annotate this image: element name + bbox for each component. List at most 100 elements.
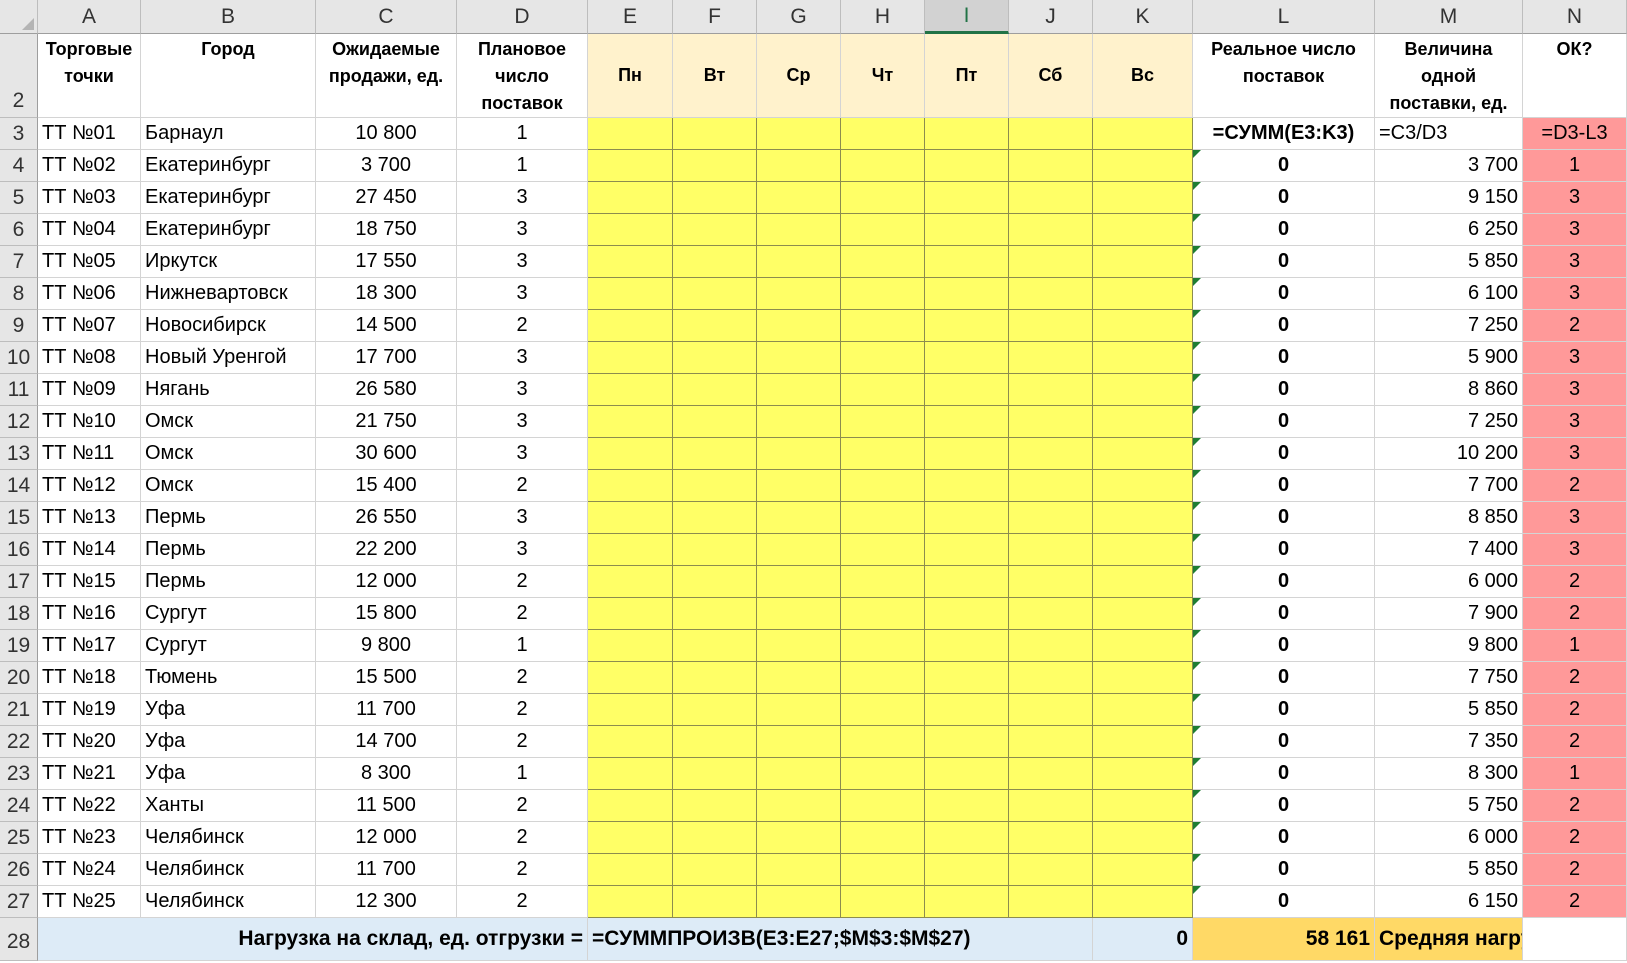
cell-day-input[interactable] [673, 598, 757, 630]
cell-ok[interactable]: 2 [1523, 662, 1627, 694]
cell-trade-point[interactable]: ТТ №20 [38, 726, 141, 758]
cell-day-input[interactable] [1009, 278, 1093, 310]
cell-expected-sales[interactable]: 3 700 [316, 150, 457, 182]
cell-expected-sales[interactable]: 8 300 [316, 758, 457, 790]
cell-trade-point[interactable]: ТТ №08 [38, 342, 141, 374]
cell-trade-point[interactable]: ТТ №24 [38, 854, 141, 886]
cell-real-deliveries[interactable]: 0 [1193, 758, 1375, 790]
cell-trade-point[interactable]: ТТ №22 [38, 790, 141, 822]
cell-day-input[interactable] [841, 566, 925, 598]
cell-day-input[interactable] [925, 758, 1009, 790]
cell-delivery-size[interactable]: 7 250 [1375, 406, 1523, 438]
column-header-c[interactable]: C [316, 0, 457, 34]
cell-day-input[interactable] [841, 374, 925, 406]
row-header[interactable]: 7 [0, 246, 38, 278]
cell-day-input[interactable] [925, 374, 1009, 406]
cell-city[interactable]: Барнаул [141, 118, 316, 150]
header-day-1[interactable]: Пн [588, 34, 673, 118]
cell-day-input[interactable] [757, 726, 841, 758]
column-header-a[interactable]: A [38, 0, 141, 34]
cell-trade-point[interactable]: ТТ №18 [38, 662, 141, 694]
cell-day-input[interactable] [925, 630, 1009, 662]
row-header[interactable]: 17 [0, 566, 38, 598]
cell-trade-point[interactable]: ТТ №07 [38, 310, 141, 342]
cell-expected-sales[interactable]: 18 300 [316, 278, 457, 310]
cell-real-deliveries[interactable]: 0 [1193, 214, 1375, 246]
cell-real-deliveries[interactable]: 0 [1193, 278, 1375, 310]
header-expected-sales[interactable]: Ожидаемые продажи, ед. [316, 34, 457, 118]
cell-day-input[interactable] [841, 598, 925, 630]
cell-delivery-size[interactable]: 5 900 [1375, 342, 1523, 374]
cell-delivery-size[interactable]: 5 850 [1375, 246, 1523, 278]
cell-day-input[interactable] [757, 758, 841, 790]
cell-expected-sales[interactable]: 17 550 [316, 246, 457, 278]
cell-trade-point[interactable]: ТТ №06 [38, 278, 141, 310]
cell-day-input[interactable] [673, 310, 757, 342]
cell-day-input[interactable] [1009, 758, 1093, 790]
cell-day-input[interactable] [925, 854, 1009, 886]
footer-k-value[interactable]: 0 [1093, 918, 1193, 961]
cell-day-input[interactable] [841, 534, 925, 566]
cell-real-deliveries[interactable]: 0 [1193, 566, 1375, 598]
cell-day-input[interactable] [1009, 598, 1093, 630]
cell-day-input[interactable] [588, 374, 673, 406]
cell-day-input[interactable] [925, 214, 1009, 246]
cell-day-input[interactable] [1093, 726, 1193, 758]
header-trade-points[interactable]: Торговые точки [38, 34, 141, 118]
cell-day-input[interactable] [1093, 438, 1193, 470]
cell-ok[interactable]: 1 [1523, 630, 1627, 662]
cell-planned-deliveries[interactable]: 2 [457, 598, 588, 630]
cell-delivery-size[interactable]: 7 400 [1375, 534, 1523, 566]
cell-trade-point[interactable]: ТТ №13 [38, 502, 141, 534]
cell-day-input[interactable] [1093, 630, 1193, 662]
row-header[interactable]: 6 [0, 214, 38, 246]
cell-trade-point[interactable]: ТТ №14 [38, 534, 141, 566]
cell-day-input[interactable] [673, 342, 757, 374]
cell-delivery-size[interactable]: 9 800 [1375, 630, 1523, 662]
cell-day-input[interactable] [925, 278, 1009, 310]
cell-planned-deliveries[interactable]: 2 [457, 470, 588, 502]
column-header-i[interactable]: I [925, 0, 1009, 34]
cell-city[interactable]: Екатеринбург [141, 214, 316, 246]
cell-day-input[interactable] [673, 502, 757, 534]
cell-day-input[interactable] [757, 246, 841, 278]
cell-ok[interactable]: 3 [1523, 182, 1627, 214]
cell-city[interactable]: Уфа [141, 726, 316, 758]
row-header[interactable]: 8 [0, 278, 38, 310]
cell-trade-point[interactable]: ТТ №17 [38, 630, 141, 662]
cell-day-input[interactable] [673, 758, 757, 790]
column-header-j[interactable]: J [1009, 0, 1093, 34]
cell-day-input[interactable] [588, 854, 673, 886]
cell-ok[interactable]: =D3-L3 [1523, 118, 1627, 150]
cell-day-input[interactable] [1093, 374, 1193, 406]
cell-real-deliveries[interactable]: 0 [1193, 854, 1375, 886]
cell-day-input[interactable] [673, 854, 757, 886]
cell-day-input[interactable] [841, 822, 925, 854]
cell-day-input[interactable] [925, 118, 1009, 150]
header-day-5[interactable]: Пт [925, 34, 1009, 118]
cell-day-input[interactable] [1093, 310, 1193, 342]
cell-planned-deliveries[interactable]: 2 [457, 662, 588, 694]
cell-day-input[interactable] [757, 182, 841, 214]
cell-real-deliveries[interactable]: =СУММ(E3:K3) [1193, 118, 1375, 150]
cell-ok[interactable]: 2 [1523, 598, 1627, 630]
cell-real-deliveries[interactable]: 0 [1193, 630, 1375, 662]
footer-label[interactable]: Нагрузка на склад, ед. отгрузки = [38, 918, 588, 961]
row-header[interactable]: 16 [0, 534, 38, 566]
row-header[interactable]: 15 [0, 502, 38, 534]
cell-day-input[interactable] [588, 502, 673, 534]
cell-ok[interactable]: 2 [1523, 310, 1627, 342]
cell-delivery-size[interactable]: 10 200 [1375, 438, 1523, 470]
cell-real-deliveries[interactable]: 0 [1193, 406, 1375, 438]
cell-city[interactable]: Омск [141, 470, 316, 502]
cell-expected-sales[interactable]: 21 750 [316, 406, 457, 438]
cell-day-input[interactable] [1009, 182, 1093, 214]
cell-day-input[interactable] [925, 470, 1009, 502]
cell-day-input[interactable] [1009, 214, 1093, 246]
cell-day-input[interactable] [673, 662, 757, 694]
cell-day-input[interactable] [1009, 566, 1093, 598]
cell-delivery-size[interactable]: 5 750 [1375, 790, 1523, 822]
column-header-b[interactable]: B [141, 0, 316, 34]
cell-ok[interactable]: 3 [1523, 502, 1627, 534]
cell-day-input[interactable] [673, 406, 757, 438]
